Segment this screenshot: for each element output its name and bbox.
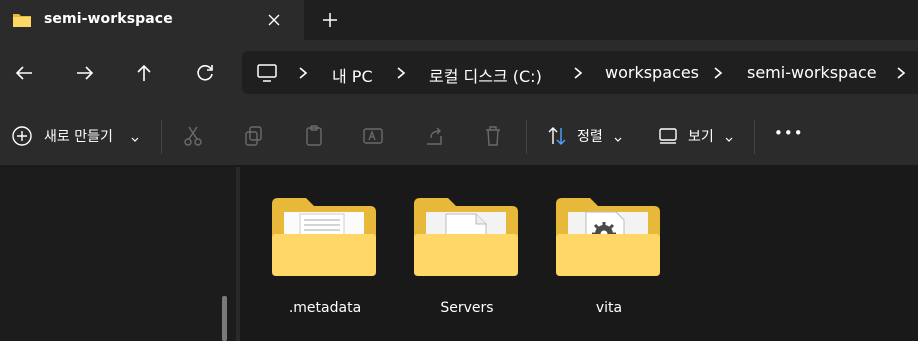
sort-button[interactable]: 정렬 <box>577 126 603 146</box>
navigation-pane[interactable] <box>0 167 236 341</box>
view-button[interactable]: 보기 <box>688 126 714 146</box>
breadcrumb-workspaces[interactable]: workspaces <box>605 63 699 82</box>
chevron-right-icon[interactable] <box>296 65 310 79</box>
breadcrumb-local-disk[interactable]: 로컬 디스크 (C:) <box>429 63 542 87</box>
folder-icon <box>556 198 660 276</box>
navigation-pane-scrollbar[interactable] <box>222 296 227 341</box>
sort-icon[interactable] <box>546 124 568 148</box>
folder-icon <box>12 12 32 28</box>
toolbar-divider <box>161 120 162 154</box>
command-bar: 새로 만들기 정렬 보기 ••• <box>0 106 918 166</box>
cut-icon[interactable] <box>182 124 204 148</box>
share-icon[interactable] <box>423 124 445 148</box>
tab-title: semi-workspace <box>44 11 173 27</box>
back-arrow-icon[interactable] <box>13 62 35 84</box>
folder-icon <box>272 198 376 276</box>
title-bar: semi-workspace <box>0 0 918 40</box>
chevron-right-icon[interactable] <box>711 65 725 79</box>
breadcrumb-my-pc[interactable]: 내 PC <box>332 63 373 87</box>
toolbar-divider <box>526 120 527 154</box>
folder-name: vita <box>595 300 623 316</box>
view-icon[interactable] <box>657 124 679 148</box>
new-button[interactable]: 새로 만들기 <box>44 126 113 146</box>
refresh-icon[interactable] <box>194 62 216 84</box>
folder-name: .metadata <box>288 300 362 316</box>
navigation-bar: 내 PC 로컬 디스크 (C:) workspaces semi-workspa… <box>0 40 918 106</box>
folder-name: Servers <box>440 300 494 316</box>
computer-icon <box>256 62 278 84</box>
folder-item-vita[interactable]: vita <box>554 190 664 330</box>
rename-icon[interactable] <box>362 124 384 148</box>
chevron-right-icon[interactable] <box>894 65 908 79</box>
toolbar-divider <box>754 120 755 154</box>
new-tab-plus-icon[interactable] <box>320 10 340 30</box>
address-bar[interactable]: 내 PC 로컬 디스크 (C:) workspaces semi-workspa… <box>242 51 918 94</box>
breadcrumb-semi-workspace[interactable]: semi-workspace <box>747 63 877 82</box>
more-options-button[interactable]: ••• <box>774 124 804 142</box>
folder-icon <box>414 198 518 276</box>
up-arrow-icon[interactable] <box>133 62 155 84</box>
chevron-down-icon[interactable] <box>613 130 623 154</box>
close-icon[interactable] <box>264 10 284 30</box>
paste-icon[interactable] <box>303 124 325 148</box>
delete-icon[interactable] <box>482 124 504 148</box>
folder-item-servers[interactable]: Servers <box>412 190 522 330</box>
chevron-down-icon[interactable] <box>724 130 734 154</box>
folder-item-metadata[interactable]: .metadata <box>270 190 380 330</box>
copy-icon[interactable] <box>243 124 265 148</box>
chevron-right-icon[interactable] <box>394 65 408 79</box>
tab-semi-workspace[interactable]: semi-workspace <box>0 0 304 40</box>
chevron-down-icon[interactable] <box>130 130 140 154</box>
forward-arrow-icon[interactable] <box>74 62 96 84</box>
chevron-right-icon[interactable] <box>571 65 585 79</box>
new-plus-icon[interactable] <box>11 124 33 148</box>
